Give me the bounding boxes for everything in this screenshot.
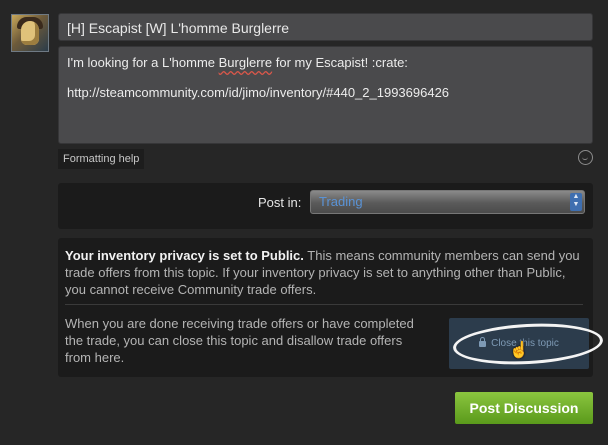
avatar-face xyxy=(21,21,39,45)
privacy-notice: Your inventory privacy is set to Public.… xyxy=(65,248,580,297)
select-arrows-icon: ▲ ▼ xyxy=(570,193,582,211)
formatting-help-button[interactable]: Formatting help xyxy=(58,149,145,169)
smiley-icon[interactable] xyxy=(578,150,593,165)
avatar[interactable] xyxy=(11,14,49,52)
close-topic-button[interactable]: Close this topic ☝ xyxy=(449,318,604,369)
post-discussion-button[interactable]: Post Discussion xyxy=(455,392,593,424)
divider xyxy=(65,304,583,305)
post-in-label: Post in: xyxy=(258,195,302,210)
misspelled-word: Burglerre xyxy=(218,55,273,70)
forum-select-value: Trading xyxy=(319,194,363,209)
body-line-2: http://steamcommunity.com/id/jimo/invent… xyxy=(67,85,450,100)
topic-body-textarea[interactable]: I'm looking for a L'homme Burglerre for … xyxy=(58,46,593,144)
body-line-1: I'm looking for a L'homme Burglerre for … xyxy=(67,55,408,70)
hand-cursor-icon: ☝ xyxy=(509,342,529,359)
close-topic-description: When you are done receiving trade offers… xyxy=(65,316,414,365)
topic-title-input[interactable]: [H] Escapist [W] L'homme Burglerre xyxy=(58,13,593,41)
forum-select[interactable]: Trading ▲ ▼ xyxy=(310,190,585,214)
